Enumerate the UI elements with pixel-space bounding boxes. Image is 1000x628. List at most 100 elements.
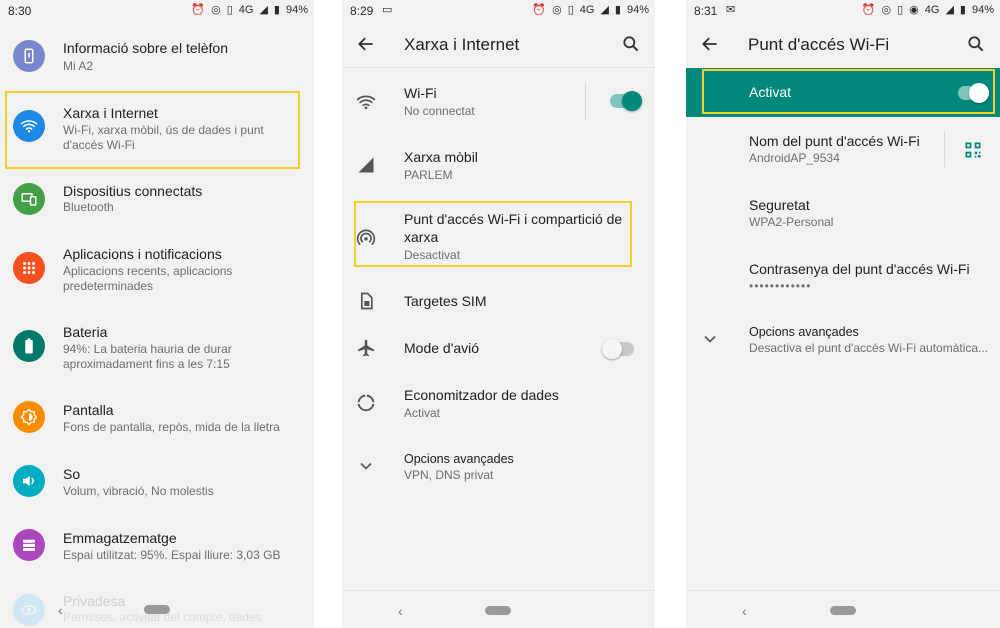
security-title: Seguretat [749, 197, 810, 213]
data-saver-status-icon: ◎ [881, 4, 892, 16]
vibrate-icon: ▯ [897, 4, 904, 16]
settings-item-connected-devices[interactable]: Dispositius connectats Bluetooth [0, 176, 314, 222]
sim-cards-row[interactable]: Targetes SIM [342, 285, 655, 317]
sim-card-icon [361, 292, 373, 310]
nav-back-icon[interactable]: ‹ [58, 602, 63, 618]
status-bar: 8:29 ▭ ⏰ ◎ ▯ 4G ◢ ▮ 94% [342, 0, 655, 22]
wifi-title: Wi-Fi [404, 85, 437, 101]
data-saver-status-icon: ◎ [552, 4, 562, 16]
airplane-mode-toggle[interactable] [602, 339, 634, 359]
network-type: 4G [924, 3, 940, 16]
settings-screen: 8:30 ⏰ ◎ ▯ 4G ◢ ▮ 94% Informació sobre e… [0, 0, 314, 628]
hotspot-name-title: Nom del punt d'accés Wi-Fi [749, 133, 920, 149]
divider [944, 131, 945, 167]
advanced-options-row[interactable]: Opcions avançades VPN, DNS privat [342, 444, 655, 490]
settings-item-battery[interactable]: Bateria 94%: La bateria hauria de durar … [0, 320, 314, 380]
settings-item-title: Informació sobre el telèfon [63, 40, 228, 56]
password-title: Contrasenya del punt d'accés Wi-Fi [749, 261, 970, 277]
navigation-bar: ‹ [686, 590, 1000, 628]
settings-item-subtitle: Aplicacions recents, aplicacions predete… [63, 264, 233, 293]
battery-percent: 94% [971, 3, 994, 16]
password-row[interactable]: Contrasenya del punt d'accés Wi-Fi •••••… [686, 254, 1000, 302]
hotspot-status-icon: ◉ [909, 4, 919, 16]
highlight-box [5, 91, 300, 169]
battery-icon [13, 330, 45, 362]
advanced-options-row[interactable]: Opcions avançades Desactiva el punt d'ac… [686, 318, 1000, 364]
settings-item-title: Dispositius connectats [63, 183, 203, 199]
settings-item-title: Emmagatzematge [63, 530, 177, 546]
search-icon[interactable] [621, 34, 641, 54]
settings-item-subtitle: Fons de pantalla, repòs, mida de la llet… [63, 420, 280, 434]
status-time: 8:29 [350, 4, 374, 18]
data-saver-title: Economitzador de dades [404, 387, 559, 403]
phone-info-icon [13, 40, 45, 72]
highlight-box [354, 201, 632, 267]
airplane-mode-row[interactable]: Mode d'avió [342, 332, 655, 364]
mobile-network-row[interactable]: Xarxa mòbil PARLEM [342, 142, 655, 188]
status-time: 8:31 [694, 4, 718, 18]
nav-back-icon[interactable]: ‹ [398, 603, 403, 619]
data-saver-status: Activat [404, 406, 441, 420]
page-title: Xarxa i Internet [404, 35, 520, 54]
search-icon[interactable] [966, 34, 986, 54]
signal-status-icon: ◢ [259, 4, 268, 16]
chevron-down-icon [360, 462, 372, 470]
connected-devices-icon [13, 183, 45, 215]
security-row[interactable]: Seguretat WPA2-Personal [686, 190, 1000, 238]
security-value: WPA2-Personal [749, 215, 834, 229]
signal-icon [358, 157, 374, 173]
navigation-bar: ‹ [0, 590, 314, 628]
nav-home-pill[interactable] [830, 606, 856, 615]
settings-item-display[interactable]: Pantalla Fons de pantalla, repòs, mida d… [0, 398, 314, 444]
alarm-icon: ⏰ [191, 4, 206, 16]
settings-item-sound[interactable]: So Volum, vibració, No molestis [0, 462, 314, 508]
data-saver-row[interactable]: Economitzador de dades Activat [342, 380, 655, 426]
qr-code-icon[interactable] [963, 140, 983, 160]
nav-back-icon[interactable]: ‹ [742, 603, 747, 619]
nav-home-pill[interactable] [485, 606, 511, 615]
settings-item-title: Pantalla [63, 402, 114, 418]
settings-item-subtitle: Mi A2 [63, 59, 94, 73]
mobile-network-title: Xarxa mòbil [404, 149, 478, 165]
sim-cards-title: Targetes SIM [404, 293, 487, 309]
data-saver-status-icon: ◎ [211, 4, 221, 16]
wifi-row[interactable]: Wi-Fi No connectat [342, 78, 655, 128]
wifi-toggle[interactable] [610, 91, 642, 111]
mail-icon: ✉ [726, 4, 736, 16]
battery-status-icon: ▮ [959, 4, 966, 16]
status-bar: 8:31 ✉ ⏰ ◎ ▯ ◉ 4G ◢ ▮ 94% [686, 0, 1000, 22]
settings-item-subtitle: Bluetooth [63, 200, 114, 214]
hotspot-name-value: AndroidAP_9534 [749, 151, 840, 165]
highlight-box [702, 69, 995, 114]
back-arrow-icon[interactable] [356, 34, 376, 54]
status-bar: 8:30 ⏰ ◎ ▯ 4G ◢ ▮ 94% [0, 0, 314, 22]
advanced-options-title: Opcions avançades [749, 325, 859, 339]
alarm-icon: ⏰ [532, 4, 547, 16]
airplane-icon [358, 339, 374, 357]
battery-status-icon: ▮ [273, 4, 280, 16]
alarm-icon: ⏰ [861, 4, 876, 16]
app-bar: Punt d'accés Wi-Fi [686, 22, 1000, 68]
battery-percent: 94% [285, 3, 308, 16]
password-value: •••••••••••• [749, 279, 812, 293]
nav-home-pill[interactable] [144, 605, 170, 614]
network-type: 4G [579, 3, 595, 16]
toggle-knob [622, 91, 642, 111]
brightness-icon [13, 401, 45, 433]
volume-icon [13, 465, 45, 497]
settings-item-subtitle: Volum, vibració, No molestis [63, 484, 214, 498]
navigation-bar: ‹ [342, 590, 655, 628]
settings-item-storage[interactable]: Emmagatzematge Espai utilitzat: 95%. Esp… [0, 526, 314, 572]
divider [585, 82, 586, 120]
settings-item-apps[interactable]: Aplicacions i notificacions Aplicacions … [0, 242, 314, 302]
settings-item-phone-info[interactable]: Informació sobre el telèfon Mi A2 [0, 32, 314, 82]
network-screen: 8:29 ▭ ⏰ ◎ ▯ 4G ◢ ▮ 94% Xarxa i Internet… [342, 0, 655, 628]
hotspot-name-row[interactable]: Nom del punt d'accés Wi-Fi AndroidAP_953… [686, 126, 1000, 174]
network-type: 4G [238, 3, 254, 16]
apps-grid-icon [13, 252, 45, 284]
wifi-icon [356, 95, 376, 110]
storage-icon [13, 529, 45, 561]
back-arrow-icon[interactable] [700, 34, 720, 54]
cast-icon: ▭ [382, 4, 393, 16]
signal-status-icon: ◢ [945, 4, 954, 16]
